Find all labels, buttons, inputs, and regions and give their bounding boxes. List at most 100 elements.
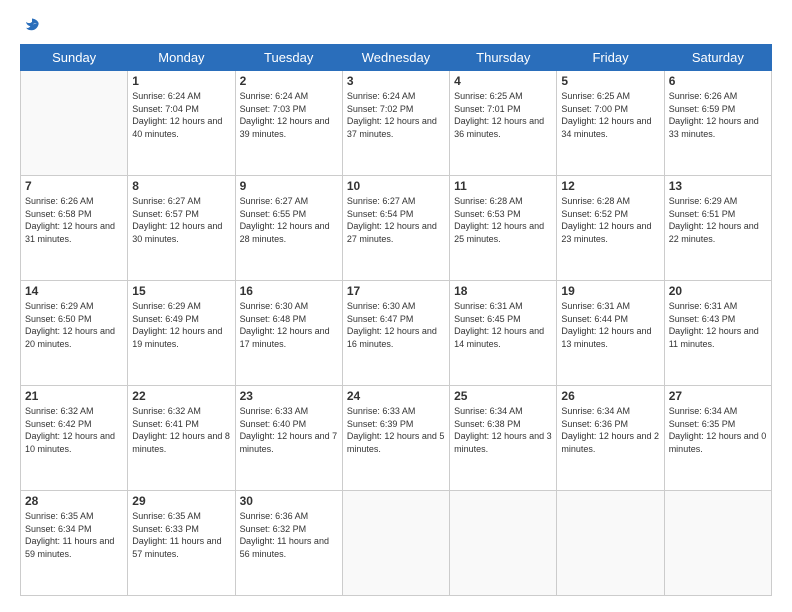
day-number: 2	[240, 74, 338, 88]
calendar-cell: 24 Sunrise: 6:33 AM Sunset: 6:39 PM Dayli…	[342, 386, 449, 491]
day-info: Sunrise: 6:24 AM Sunset: 7:04 PM Dayligh…	[132, 90, 230, 140]
calendar-cell: 5 Sunrise: 6:25 AM Sunset: 7:00 PM Daylig…	[557, 71, 664, 176]
calendar-cell: 15 Sunrise: 6:29 AM Sunset: 6:49 PM Dayli…	[128, 281, 235, 386]
logo	[20, 16, 42, 36]
calendar-cell: 16 Sunrise: 6:30 AM Sunset: 6:48 PM Dayli…	[235, 281, 342, 386]
day-info: Sunrise: 6:24 AM Sunset: 7:03 PM Dayligh…	[240, 90, 338, 140]
calendar-cell: 10Sunrise: 6:27 AM Sunset: 6:54 PM Dayli…	[342, 176, 449, 281]
day-number: 26	[561, 389, 659, 403]
day-number: 1	[132, 74, 230, 88]
day-info: Sunrise: 6:35 AM Sunset: 6:33 PM Dayligh…	[132, 510, 230, 560]
day-info: Sunrise: 6:31 AM Sunset: 6:43 PM Dayligh…	[669, 300, 767, 350]
calendar-cell: 13Sunrise: 6:29 AM Sunset: 6:51 PM Dayli…	[664, 176, 771, 281]
day-number: 19	[561, 284, 659, 298]
day-info: Sunrise: 6:35 AM Sunset: 6:34 PM Dayligh…	[25, 510, 123, 560]
calendar-cell: 8 Sunrise: 6:27 AM Sunset: 6:57 PM Daylig…	[128, 176, 235, 281]
day-number: 9	[240, 179, 338, 193]
logo-bird-icon	[22, 16, 42, 36]
day-number: 13	[669, 179, 767, 193]
calendar-cell: 29Sunrise: 6:35 AM Sunset: 6:33 PM Dayli…	[128, 491, 235, 596]
day-number: 8	[132, 179, 230, 193]
day-number: 7	[25, 179, 123, 193]
day-number: 21	[25, 389, 123, 403]
day-info: Sunrise: 6:27 AM Sunset: 6:57 PM Dayligh…	[132, 195, 230, 245]
calendar-week-row: 14Sunrise: 6:29 AM Sunset: 6:50 PM Dayli…	[21, 281, 772, 386]
calendar-day-header: Friday	[557, 45, 664, 71]
day-number: 3	[347, 74, 445, 88]
calendar-cell	[557, 491, 664, 596]
day-info: Sunrise: 6:28 AM Sunset: 6:52 PM Dayligh…	[561, 195, 659, 245]
calendar-cell: 14Sunrise: 6:29 AM Sunset: 6:50 PM Dayli…	[21, 281, 128, 386]
day-number: 12	[561, 179, 659, 193]
calendar-day-header: Saturday	[664, 45, 771, 71]
calendar-cell: 2 Sunrise: 6:24 AM Sunset: 7:03 PM Daylig…	[235, 71, 342, 176]
calendar-table: SundayMondayTuesdayWednesdayThursdayFrid…	[20, 44, 772, 596]
day-info: Sunrise: 6:24 AM Sunset: 7:02 PM Dayligh…	[347, 90, 445, 140]
calendar-day-header: Wednesday	[342, 45, 449, 71]
calendar-cell: 26 Sunrise: 6:34 AM Sunset: 6:36 PM Dayli…	[557, 386, 664, 491]
calendar-week-row: 1 Sunrise: 6:24 AM Sunset: 7:04 PM Daylig…	[21, 71, 772, 176]
day-number: 15	[132, 284, 230, 298]
calendar-cell	[450, 491, 557, 596]
day-number: 16	[240, 284, 338, 298]
day-number: 5	[561, 74, 659, 88]
day-number: 30	[240, 494, 338, 508]
page: SundayMondayTuesdayWednesdayThursdayFrid…	[0, 0, 792, 612]
day-number: 24	[347, 389, 445, 403]
calendar-cell: 23Sunrise: 6:33 AM Sunset: 6:40 PM Dayli…	[235, 386, 342, 491]
day-info: Sunrise: 6:32 AM Sunset: 6:41 PM Dayligh…	[132, 405, 230, 455]
calendar-cell: 25 Sunrise: 6:34 AM Sunset: 6:38 PM Dayli…	[450, 386, 557, 491]
day-info: Sunrise: 6:36 AM Sunset: 6:32 PM Dayligh…	[240, 510, 338, 560]
day-info: Sunrise: 6:31 AM Sunset: 6:45 PM Dayligh…	[454, 300, 552, 350]
day-number: 28	[25, 494, 123, 508]
calendar-cell: 27 Sunrise: 6:34 AM Sunset: 6:35 PM Dayli…	[664, 386, 771, 491]
header	[20, 16, 772, 36]
day-info: Sunrise: 6:34 AM Sunset: 6:38 PM Dayligh…	[454, 405, 552, 455]
calendar-cell	[21, 71, 128, 176]
day-number: 11	[454, 179, 552, 193]
calendar-cell: 11 Sunrise: 6:28 AM Sunset: 6:53 PM Dayli…	[450, 176, 557, 281]
calendar-week-row: 28 Sunrise: 6:35 AM Sunset: 6:34 PM Dayli…	[21, 491, 772, 596]
day-number: 27	[669, 389, 767, 403]
day-info: Sunrise: 6:33 AM Sunset: 6:39 PM Dayligh…	[347, 405, 445, 455]
day-info: Sunrise: 6:30 AM Sunset: 6:47 PM Dayligh…	[347, 300, 445, 350]
calendar-cell: 1 Sunrise: 6:24 AM Sunset: 7:04 PM Daylig…	[128, 71, 235, 176]
day-info: Sunrise: 6:34 AM Sunset: 6:36 PM Dayligh…	[561, 405, 659, 455]
day-info: Sunrise: 6:30 AM Sunset: 6:48 PM Dayligh…	[240, 300, 338, 350]
calendar-cell: 19 Sunrise: 6:31 AM Sunset: 6:44 PM Dayli…	[557, 281, 664, 386]
day-number: 18	[454, 284, 552, 298]
day-info: Sunrise: 6:34 AM Sunset: 6:35 PM Dayligh…	[669, 405, 767, 455]
calendar-cell: 6 Sunrise: 6:26 AM Sunset: 6:59 PM Daylig…	[664, 71, 771, 176]
calendar-day-header: Tuesday	[235, 45, 342, 71]
day-info: Sunrise: 6:26 AM Sunset: 6:58 PM Dayligh…	[25, 195, 123, 245]
calendar-cell: 7 Sunrise: 6:26 AM Sunset: 6:58 PM Daylig…	[21, 176, 128, 281]
day-number: 4	[454, 74, 552, 88]
calendar-cell: 3 Sunrise: 6:24 AM Sunset: 7:02 PM Daylig…	[342, 71, 449, 176]
day-number: 14	[25, 284, 123, 298]
day-info: Sunrise: 6:31 AM Sunset: 6:44 PM Dayligh…	[561, 300, 659, 350]
day-info: Sunrise: 6:33 AM Sunset: 6:40 PM Dayligh…	[240, 405, 338, 455]
calendar-cell: 21 Sunrise: 6:32 AM Sunset: 6:42 PM Dayli…	[21, 386, 128, 491]
calendar-day-header: Sunday	[21, 45, 128, 71]
calendar-cell: 30 Sunrise: 6:36 AM Sunset: 6:32 PM Dayli…	[235, 491, 342, 596]
calendar-cell	[664, 491, 771, 596]
calendar-week-row: 21 Sunrise: 6:32 AM Sunset: 6:42 PM Dayli…	[21, 386, 772, 491]
day-info: Sunrise: 6:27 AM Sunset: 6:55 PM Dayligh…	[240, 195, 338, 245]
day-info: Sunrise: 6:28 AM Sunset: 6:53 PM Dayligh…	[454, 195, 552, 245]
day-info: Sunrise: 6:32 AM Sunset: 6:42 PM Dayligh…	[25, 405, 123, 455]
calendar-header-row: SundayMondayTuesdayWednesdayThursdayFrid…	[21, 45, 772, 71]
calendar-cell: 20 Sunrise: 6:31 AM Sunset: 6:43 PM Dayli…	[664, 281, 771, 386]
day-info: Sunrise: 6:29 AM Sunset: 6:49 PM Dayligh…	[132, 300, 230, 350]
calendar-cell: 18 Sunrise: 6:31 AM Sunset: 6:45 PM Dayli…	[450, 281, 557, 386]
day-number: 20	[669, 284, 767, 298]
day-info: Sunrise: 6:25 AM Sunset: 7:00 PM Dayligh…	[561, 90, 659, 140]
calendar-cell: 28 Sunrise: 6:35 AM Sunset: 6:34 PM Dayli…	[21, 491, 128, 596]
day-number: 22	[132, 389, 230, 403]
calendar-cell: 4Sunrise: 6:25 AM Sunset: 7:01 PM Daylig…	[450, 71, 557, 176]
day-info: Sunrise: 6:26 AM Sunset: 6:59 PM Dayligh…	[669, 90, 767, 140]
calendar-cell: 17 Sunrise: 6:30 AM Sunset: 6:47 PM Dayli…	[342, 281, 449, 386]
day-number: 25	[454, 389, 552, 403]
day-info: Sunrise: 6:27 AM Sunset: 6:54 PM Dayligh…	[347, 195, 445, 245]
day-number: 17	[347, 284, 445, 298]
day-number: 6	[669, 74, 767, 88]
